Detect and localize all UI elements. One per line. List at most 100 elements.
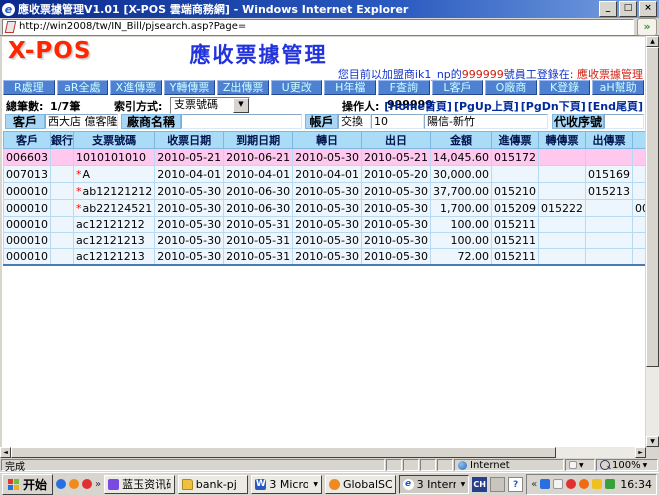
window-titlebar[interactable]: e 應收票據管理V1.01 [X-POS 雲端商務網] - Windows In… xyxy=(0,0,659,18)
cell-in-voucher: 015172 xyxy=(491,149,538,166)
column-header-receive-date[interactable]: 收票日期 xyxy=(155,132,224,149)
scroll-right-icon[interactable]: ► xyxy=(635,447,646,458)
cell-transfer-date: 2010-05-30 xyxy=(293,217,362,233)
qqo-tray-icon[interactable] xyxy=(579,479,589,489)
alert-tray-icon[interactable] xyxy=(592,479,602,489)
printer-icon[interactable] xyxy=(490,477,505,492)
mail-icon[interactable] xyxy=(69,479,79,489)
task-button-4[interactable]: GlobalSCAP... xyxy=(325,475,396,494)
index-mode-select[interactable]: 支票號碼 ▼ xyxy=(170,97,250,114)
cell-transfer-voucher: 015222 xyxy=(538,200,585,217)
cell-cheque-no: *ab22124521 xyxy=(74,200,155,217)
collect-seq-input[interactable] xyxy=(604,114,644,129)
account-type-field[interactable]: 交換 xyxy=(338,114,371,129)
operator-label: 操作人: xyxy=(342,98,379,114)
maximize-button[interactable]: □ xyxy=(619,1,637,17)
pager-link-3[interactable]: [PgDn下頁] xyxy=(521,100,586,113)
cell-transfer-voucher xyxy=(538,233,585,249)
qqr-tray-icon[interactable] xyxy=(566,479,576,489)
customer-input[interactable]: 西大店 億客隆 xyxy=(45,114,118,129)
ftp-icon xyxy=(329,479,340,490)
close-button[interactable]: × xyxy=(639,1,657,17)
column-header-transfer-date[interactable]: 轉日 xyxy=(293,132,362,149)
column-header-amount[interactable]: 金額 xyxy=(430,132,491,149)
menu-button-6[interactable]: U更改 xyxy=(271,80,323,95)
chevron-down-icon: ▼ xyxy=(643,462,648,469)
task-button-5[interactable]: e3 Interne...▼ xyxy=(399,475,470,494)
phone-tray-icon[interactable] xyxy=(605,479,615,489)
task-button-2[interactable]: bank-pj xyxy=(178,475,249,494)
windows-logo-icon xyxy=(8,479,20,490)
account-name-field[interactable]: 陽信-新竹 xyxy=(424,114,548,129)
help-icon[interactable]: ? xyxy=(508,477,523,492)
phishing-filter-pane[interactable]: ▼ xyxy=(565,459,595,471)
ie-icon[interactable] xyxy=(56,479,66,489)
task-button-1[interactable]: 蓝玉资讯研... xyxy=(104,475,175,494)
column-header-in-voucher[interactable]: 進傳票 xyxy=(491,132,538,149)
net-tray-icon[interactable] xyxy=(540,479,550,489)
horizontal-scrollbar[interactable]: ◄ ► xyxy=(0,447,646,458)
minimize-button[interactable]: _ xyxy=(599,1,617,17)
zoom-control[interactable]: 100% ▼ xyxy=(596,459,658,471)
scroll-up-icon[interactable]: ▲ xyxy=(646,36,659,47)
cell-cheque-no: *A xyxy=(74,166,155,183)
table-row[interactable]: 000010*ab221245212010-05-302010-06-30201… xyxy=(4,200,646,217)
scroll-down-icon[interactable]: ▼ xyxy=(646,436,659,447)
menu-button-7[interactable]: H年檔 xyxy=(324,80,376,95)
menu-button-3[interactable]: X進傳票 xyxy=(110,80,162,95)
system-tray: « 16:34 xyxy=(526,474,657,495)
table-row[interactable]: 000010ac121212132010-05-302010-05-312010… xyxy=(4,233,646,249)
menu-button-1[interactable]: R處理 xyxy=(3,80,55,95)
menu-button-2[interactable]: aR全處 xyxy=(57,80,109,95)
menu-button-8[interactable]: F查詢 xyxy=(378,80,430,95)
customer-label: 客戶 xyxy=(5,114,45,129)
menu-button-5[interactable]: Z出傳票 xyxy=(217,80,269,95)
address-input[interactable]: http://win2008/tw/IN_Bill/pjsearch.asp?P… xyxy=(2,19,634,35)
table-row[interactable]: 000010*ab121212122010-05-302010-06-30201… xyxy=(4,183,646,200)
column-header-bank[interactable]: 銀行 xyxy=(51,132,74,149)
chevron-down-icon[interactable]: ▼ xyxy=(313,481,318,488)
cell-amount: 30,000.00 xyxy=(430,166,491,183)
menu-button-4[interactable]: Y轉傳票 xyxy=(164,80,216,95)
column-header-customer[interactable]: 客戶 xyxy=(4,132,51,149)
menu-button-12[interactable]: aH幫助 xyxy=(592,80,644,95)
column-header-out-voucher[interactable]: 出傳票 xyxy=(585,132,632,149)
pager-link-2[interactable]: [PgUp上頁] xyxy=(454,100,519,113)
doc-tray-icon[interactable] xyxy=(553,479,563,489)
start-button[interactable]: 开始 xyxy=(2,474,53,495)
column-header-transfer-voucher[interactable]: 轉傳票 xyxy=(538,132,585,149)
menu-button-9[interactable]: L客戶 xyxy=(432,80,484,95)
cell-out-date: 2010-05-30 xyxy=(362,233,431,249)
account-no-field[interactable]: 10 xyxy=(371,114,424,129)
vendor-name-input[interactable] xyxy=(181,114,302,129)
table-row[interactable]: 007013*A2010-04-012010-04-012010-04-0120… xyxy=(4,166,646,183)
horizontal-scroll-thumb[interactable] xyxy=(11,447,556,458)
column-header-vendor[interactable]: 廠商 xyxy=(632,132,645,149)
pager-link-4[interactable]: [End尾頁] xyxy=(588,100,643,113)
cell-vendor: 003901 xyxy=(632,200,645,217)
cell-in-voucher: 015211 xyxy=(491,249,538,266)
table-row[interactable]: 00660310101010102010-05-212010-06-212010… xyxy=(4,149,646,166)
tray-chevron-icon[interactable]: « xyxy=(531,479,537,490)
vertical-scroll-thumb[interactable] xyxy=(646,47,659,367)
total-label: 總筆數: xyxy=(6,98,43,114)
column-header-due-date[interactable]: 到期日期 xyxy=(224,132,293,149)
quick-launch-overflow-icon[interactable]: » xyxy=(95,479,101,490)
language-indicator[interactable]: CH xyxy=(472,477,487,492)
scroll-left-icon[interactable]: ◄ xyxy=(0,447,11,458)
chevron-down-icon[interactable]: ▼ xyxy=(233,98,249,113)
table-row[interactable]: 000010ac121212122010-05-302010-05-312010… xyxy=(4,217,646,233)
column-header-out-date[interactable]: 出日 xyxy=(362,132,431,149)
menu-button-11[interactable]: K登錄 xyxy=(539,80,591,95)
task-button-3[interactable]: W3 Microso...▼ xyxy=(251,475,322,494)
table-row[interactable]: 000010ac121212132010-05-302010-05-312010… xyxy=(4,249,646,266)
column-header-cheque-no[interactable]: 支票號碼 xyxy=(74,132,155,149)
cell-vendor xyxy=(632,166,645,183)
chevron-down-icon[interactable]: ▼ xyxy=(461,481,466,488)
cell-transfer-voucher xyxy=(538,183,585,200)
pager-link-1[interactable]: [Home首頁] xyxy=(384,100,452,113)
go-button[interactable]: » xyxy=(637,18,657,36)
menu-button-10[interactable]: O廠商 xyxy=(485,80,537,95)
qq-icon[interactable] xyxy=(82,479,92,489)
vertical-scrollbar[interactable]: ▲ ▼ xyxy=(646,36,659,447)
